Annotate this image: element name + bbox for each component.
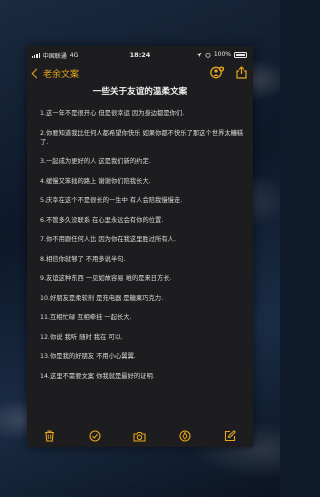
status-bar: 中国联通 4G 18:24 100% bbox=[27, 46, 253, 62]
note-line: 12.你说 我听 随时 我在 可以. bbox=[40, 333, 123, 341]
battery-percent: 100% bbox=[213, 51, 231, 58]
pen-tip-icon bbox=[179, 430, 191, 442]
alarm-icon bbox=[205, 52, 211, 58]
trash-icon bbox=[45, 430, 55, 442]
nav-bar: 老余文案 bbox=[27, 63, 253, 85]
status-right: 100% bbox=[196, 51, 247, 58]
note-body[interactable]: 1.这一年不是很开心 但是很幸运 因为身边都是你们. 2.你要知道我比任何人都希… bbox=[40, 109, 245, 391]
camera-icon bbox=[133, 431, 147, 442]
markup-button[interactable] bbox=[178, 429, 192, 443]
location-icon bbox=[196, 52, 202, 57]
note-line: 11.互相忙碌 互相牵挂 一起长大. bbox=[40, 314, 132, 321]
note-line: 4.缓慢又笨拙的路上 谢谢你们陪我长大. bbox=[40, 177, 151, 185]
compose-icon bbox=[225, 430, 237, 442]
collaborate-icon[interactable] bbox=[210, 66, 225, 79]
back-button[interactable]: 老余文案 bbox=[31, 67, 80, 80]
checklist-button[interactable] bbox=[88, 429, 102, 443]
battery-icon bbox=[234, 51, 247, 58]
checklist-icon bbox=[89, 430, 101, 442]
camera-button[interactable] bbox=[133, 429, 147, 443]
nav-actions bbox=[210, 66, 247, 79]
share-icon[interactable] bbox=[236, 66, 247, 79]
back-label: 老余文案 bbox=[43, 70, 80, 80]
note-title: 一些关于友谊的温柔文案 bbox=[92, 87, 188, 97]
note-line: 2.你要知道我比任何人都希望你快乐 如果你都不快乐了那这个世界太糟糕了. bbox=[40, 129, 244, 146]
note-line: 5.庆幸在这个不是很长的一生中 有人会陪我慢慢走. bbox=[40, 197, 183, 204]
note-line: 3.一起成为更好的人 这是我们新的约定. bbox=[40, 158, 151, 165]
note-line: 7.你不用跟任何人比 因为你在我这里胜过所有人. bbox=[40, 236, 176, 243]
compose-button[interactable] bbox=[223, 429, 237, 443]
note-line: 9.友谊这种东西 一见如故容易 难的是来日方长. bbox=[40, 275, 172, 282]
note-line: 10.好朋友是柔软剂 是充电器 是糖果巧克力. bbox=[40, 294, 164, 302]
phone-screen: 中国联通 4G 18:24 100% 老余文案 一些关于友谊的温柔文案 1.这一… bbox=[27, 46, 253, 447]
chevron-left-icon bbox=[31, 68, 42, 79]
bottom-toolbar bbox=[27, 426, 253, 446]
note-line: 1.这一年不是很开心 但是很幸运 因为身边都是你们. bbox=[40, 110, 185, 117]
note-line: 13.你是我的好朋友 不用小心翼翼. bbox=[40, 353, 136, 360]
delete-button[interactable] bbox=[43, 429, 57, 443]
note-line: 6.不管多久没联系 在心里永远会有你的位置. bbox=[40, 216, 164, 224]
note-line: 14.这里不需要文案 你我就是最好的证明. bbox=[40, 372, 155, 380]
note-line: 8.相信你就够了 不用多说半句. bbox=[40, 255, 126, 263]
